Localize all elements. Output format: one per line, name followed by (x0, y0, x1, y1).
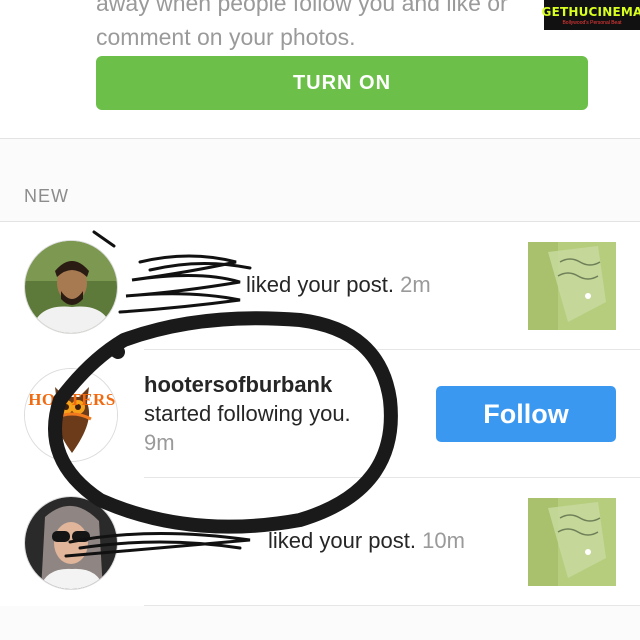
turn-on-button[interactable]: TURN ON (96, 56, 588, 110)
watermark-title: GETHUCINEMA (541, 4, 640, 19)
avatar-photo-icon (25, 241, 117, 333)
notification-time: 2m (400, 272, 431, 297)
watermark-subtitle: Bollywood's Personal Beat (562, 19, 622, 26)
avatar[interactable] (24, 240, 118, 334)
notification-text: hootersofburbank started following you. … (144, 370, 374, 457)
notification-action: started following you. (144, 401, 351, 426)
notification-text: liked your post. 2m (144, 270, 431, 299)
follow-button[interactable]: Follow (436, 386, 616, 442)
hooters-logo-text: HOOTERS (28, 390, 116, 409)
notification-time: 9m (144, 430, 175, 455)
avatar-photo-icon (25, 497, 117, 589)
post-thumbnail[interactable] (528, 498, 616, 586)
hooters-logo-icon (25, 369, 117, 461)
avatar[interactable] (24, 496, 118, 590)
notification-action: liked your post. (246, 272, 394, 297)
post-thumbnail[interactable] (528, 242, 616, 330)
notification-row-like-1[interactable]: liked your post. 2m (0, 222, 640, 350)
watermark-logo: GETHUCINEMA Bollywood's Personal Beat (541, 0, 640, 30)
notification-text: liked your post. 10m (144, 526, 465, 555)
notification-time: 10m (422, 528, 465, 553)
notification-row-follow[interactable]: HOOTERS hootersofburbank started followi… (0, 350, 640, 478)
notification-action: liked your post. (268, 528, 416, 553)
post-image-icon (528, 242, 616, 330)
section-header-new: NEW (24, 186, 69, 206)
promo-text: away when people follow you and like or … (96, 0, 508, 50)
post-image-icon (528, 498, 616, 586)
notification-row-like-2[interactable]: liked your post. 10m (0, 478, 640, 606)
notification-username[interactable]: hootersofburbank (144, 370, 374, 399)
avatar-hooters[interactable]: HOOTERS (24, 368, 118, 462)
bottom-area (0, 606, 640, 640)
